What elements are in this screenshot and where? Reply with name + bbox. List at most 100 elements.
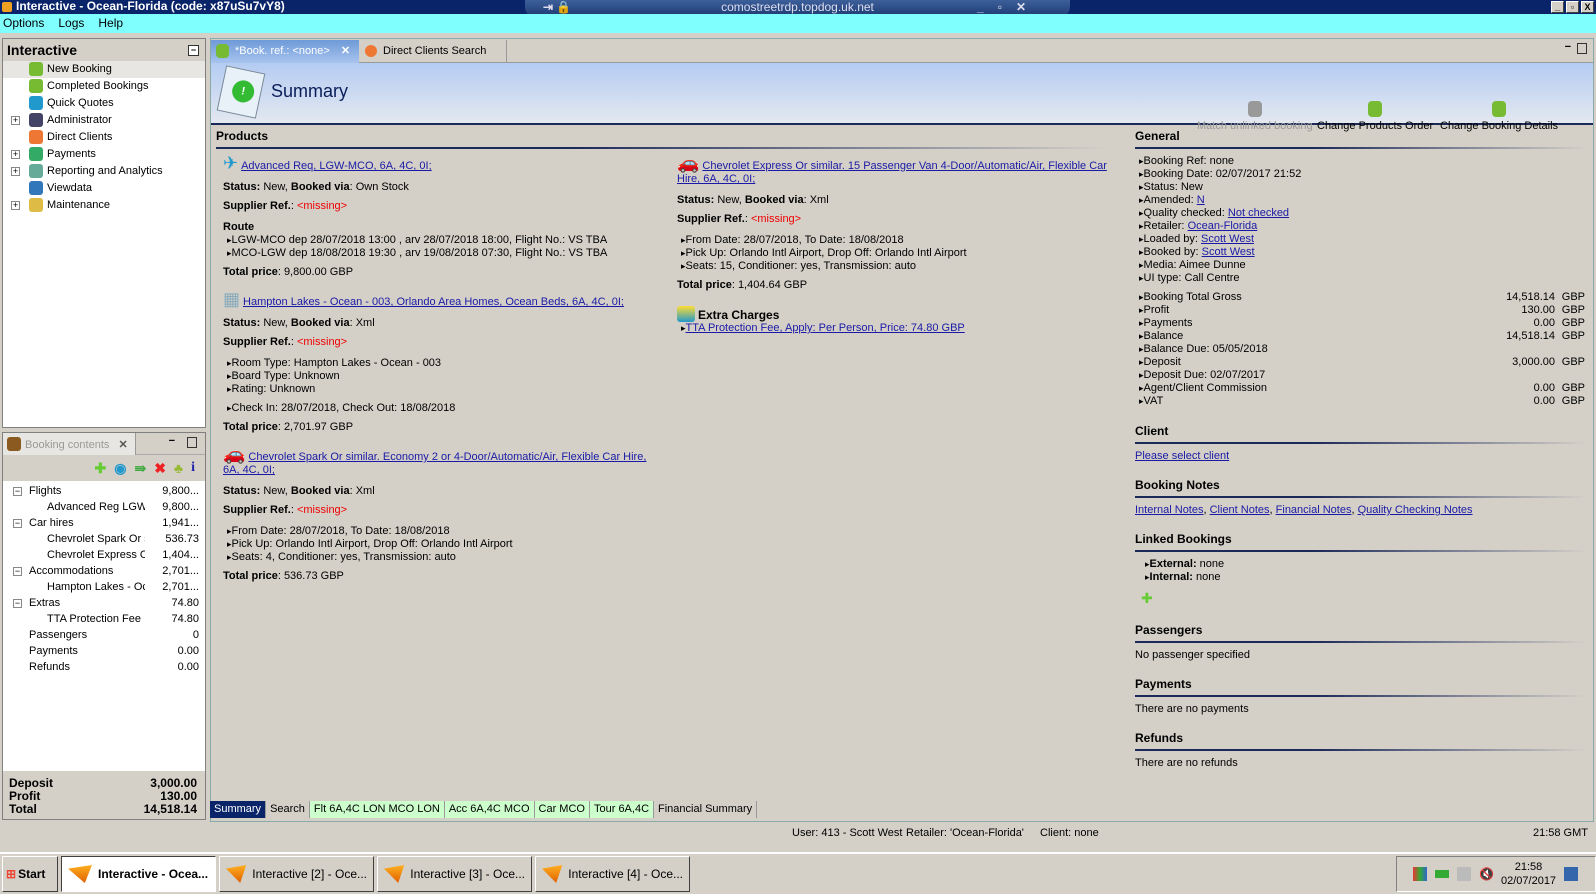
booking-contents-row[interactable]: − Extras 74.80 [3, 595, 205, 611]
info-link[interactable]: N [1197, 194, 1205, 206]
volume-muted-icon[interactable]: 🔇 [1479, 867, 1494, 881]
note-link[interactable]: Client Notes [1210, 504, 1270, 516]
change-products-order-button[interactable]: Change Products Order [1317, 101, 1433, 132]
product-link[interactable]: Chevrolet Express Or similar. 15 Passeng… [677, 160, 1107, 185]
nav-item-new-booking[interactable]: New Booking [3, 61, 205, 78]
expand-icon[interactable]: + [11, 167, 20, 176]
add-icon[interactable]: ✚ [95, 460, 107, 481]
booking-contents-tab[interactable]: Booking contents ✕ [3, 433, 136, 455]
expand-icon[interactable]: + [11, 201, 20, 210]
network-card-icon[interactable] [1435, 870, 1449, 878]
minimize-panel-button[interactable]: − [188, 45, 199, 56]
delete-icon[interactable]: ✖ [154, 460, 166, 481]
menu-logs[interactable]: Logs [58, 14, 84, 33]
maximize-editor-button[interactable] [1577, 43, 1587, 54]
bottom-tab-financial-summary[interactable]: Financial Summary [654, 801, 758, 818]
booking-contents-row[interactable]: − Car hires 1,941... [3, 515, 205, 531]
product-link[interactable]: Chevrolet Spark Or similar. Economy 2 or… [223, 451, 646, 476]
bottom-tab-car-mco[interactable]: Car MCO [534, 801, 590, 818]
refresh-clock-icon[interactable]: ◉ [114, 460, 126, 481]
extra-charge-link[interactable]: TTA Protection Fee, Apply: Per Person, P… [686, 322, 965, 334]
taskbar-item[interactable]: Interactive - Ocea... [61, 856, 216, 892]
booking-contents-row[interactable]: TTA Protection Fee 74.80 [3, 611, 205, 627]
booking-contents-row[interactable]: Chevrolet Express Or 1,404... [3, 547, 205, 563]
restore-button[interactable]: ▫ [1566, 1, 1579, 13]
match-unlinked-booking-button[interactable]: Match unlinked booking [1197, 101, 1313, 132]
detail-line: From Date: 28/07/2018, To Date: 18/08/20… [677, 234, 1107, 247]
tab-booking[interactable]: *Book. ref.: <none> ✕ [211, 40, 359, 63]
rdp-window-controls[interactable]: _▫✕ [977, 0, 1040, 15]
minimize-button[interactable]: _ [1551, 1, 1564, 13]
antivirus-icon[interactable] [1413, 867, 1427, 881]
pin-icon[interactable]: ⇥ 🔒 [543, 0, 571, 15]
tab-direct-clients-search[interactable]: Direct Clients Search [359, 40, 507, 63]
palm-tree-icon[interactable]: ♣ [174, 460, 183, 481]
product-link[interactable]: Advanced Req, LGW-MCO, 6A, 4C, 0I; [241, 160, 432, 172]
booking-contents-row[interactable]: − Flights 9,800... [3, 483, 205, 499]
note-link[interactable]: Financial Notes [1276, 504, 1352, 516]
info-label: Media: [1143, 259, 1179, 271]
taskbar-item[interactable]: Interactive [4] - Oce... [535, 856, 690, 892]
close-button[interactable]: X [1581, 1, 1594, 13]
nav-item-quick-quotes[interactable]: Quick Quotes [3, 95, 205, 112]
menu-options[interactable]: Options [3, 14, 44, 33]
booking-contents-row[interactable]: Refunds 0.00 [3, 659, 205, 675]
cart-icon[interactable]: ⇛ [134, 460, 146, 481]
select-client-link[interactable]: Please select client [1135, 450, 1229, 462]
taskbar-item[interactable]: Interactive [3] - Oce... [377, 856, 532, 892]
palm-tree-icon [1492, 101, 1507, 117]
note-link[interactable]: Internal Notes [1135, 504, 1203, 516]
booking-contents-row[interactable]: − Accommodations 2,701... [3, 563, 205, 579]
nav-item-direct-clients[interactable]: Direct Clients [3, 129, 205, 146]
booking-contents-row[interactable]: Payments 0.00 [3, 643, 205, 659]
nav-item-administrator[interactable]: + Administrator [3, 112, 205, 129]
info-link[interactable]: Scott West [1202, 246, 1255, 258]
close-icon[interactable]: ✕ [118, 439, 127, 451]
total-price-label: Total price [223, 421, 278, 433]
bottom-tab-summary[interactable]: Summary [210, 801, 267, 818]
network-icon[interactable] [1457, 867, 1471, 881]
note-link[interactable]: Quality Checking Notes [1358, 504, 1473, 516]
collapse-icon[interactable]: − [13, 567, 22, 576]
collapse-icon[interactable]: − [13, 519, 22, 528]
app-icon [68, 865, 92, 883]
clock[interactable]: 21:58 02/07/2017 [1501, 860, 1556, 888]
maximize-view-button[interactable] [187, 437, 197, 448]
nav-item-payments[interactable]: + Payments [3, 146, 205, 163]
minimize-editor-button[interactable]: − [1565, 41, 1571, 53]
menu-help[interactable]: Help [98, 14, 123, 33]
bottom-tab-acc-6a-4c-mco[interactable]: Acc 6A,4C MCO [444, 801, 535, 818]
expand-icon[interactable]: + [11, 150, 20, 159]
nav-item-completed-bookings[interactable]: Completed Bookings [3, 78, 205, 95]
row-value: 2,701... [162, 565, 199, 577]
row-name: Flights [29, 485, 62, 497]
section-heading: Client [1135, 424, 1585, 444]
collapse-icon[interactable]: − [13, 487, 22, 496]
info-link[interactable]: Scott West [1201, 233, 1254, 245]
info-icon[interactable]: i [191, 460, 195, 481]
minimize-view-button[interactable]: − [169, 435, 175, 447]
start-button[interactable]: ⊞ Start [2, 856, 58, 892]
taskbar-item[interactable]: Interactive [2] - Oce... [219, 856, 374, 892]
bottom-tab-tour-6a-4c[interactable]: Tour 6A,4C [589, 801, 655, 818]
close-tab-icon[interactable]: ✕ [341, 45, 350, 57]
nav-item-reporting-and-analytics[interactable]: + Reporting and Analytics [3, 163, 205, 180]
nav-item-viewdata[interactable]: Viewdata [3, 180, 205, 197]
info-link[interactable]: Ocean-Florida [1188, 220, 1258, 232]
change-booking-details-button[interactable]: Change Booking Details [1440, 101, 1558, 132]
bottom-tab-search[interactable]: Search [266, 801, 310, 818]
booking-contents-row[interactable]: Advanced Reg LGW>M 9,800... [3, 499, 205, 515]
info-link[interactable]: Not checked [1228, 207, 1289, 219]
expand-icon[interactable]: + [11, 116, 20, 125]
booking-contents-row[interactable]: Passengers 0 [3, 627, 205, 643]
booking-contents-row[interactable]: Chevrolet Spark Or sin 536.73 [3, 531, 205, 547]
product-link[interactable]: Hampton Lakes - Ocean - 003, Orlando Are… [243, 296, 624, 308]
booking-contents-row[interactable]: Hampton Lakes - Ocea 2,701... [3, 579, 205, 595]
add-linked-booking-icon[interactable]: ✚ [1135, 590, 1585, 607]
nav-item-label: Viewdata [47, 182, 93, 194]
collapse-icon[interactable]: − [13, 599, 22, 608]
bottom-tab-flt-6a-4c-lon-mco-lon[interactable]: Flt 6A,4C LON MCO LON [309, 801, 445, 818]
nav-item-maintenance[interactable]: + Maintenance [3, 197, 205, 214]
show-desktop-icon[interactable] [1564, 867, 1579, 881]
nav-title: Interactive [7, 42, 78, 58]
